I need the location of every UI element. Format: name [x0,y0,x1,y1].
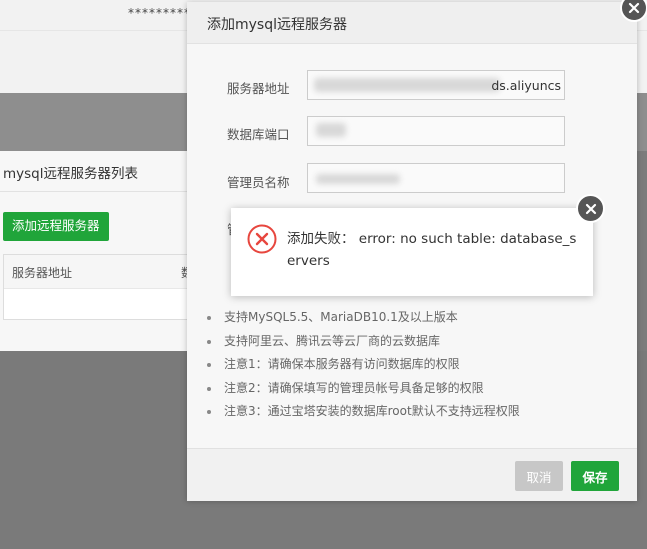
dialog-title: 添加mysql远程服务器 [207,17,347,33]
table-body [4,289,201,319]
list-item: 注意2：请确保填写的管理员帐号具备足够的权限 [207,377,520,401]
error-message-dialog: 添加失败： error: no such table: database_ser… [231,194,605,296]
port-input[interactable] [307,116,565,146]
list-item: 注意1：请确保本服务器有访问数据库的权限 [207,353,520,377]
add-remote-server-button[interactable]: 添加远程服务器 [3,212,109,241]
port-label: 数据库端口 [227,127,290,142]
table-header: 服务器地址 数 [4,255,201,289]
list-item: 支持MySQL5.5、MariaDB10.1及以上版本 [207,306,520,330]
dialog-header: 添加mysql远程服务器 [187,2,637,44]
admin-name-input[interactable] [307,163,565,193]
divider [0,191,200,192]
server-address-input[interactable]: ds.aliyuncs [307,70,565,100]
server-address-label: 服务器地址 [227,81,290,96]
redacted-text [316,174,400,184]
dialog-footer: 取消 保存 [187,448,637,501]
server-table: 服务器地址 数 [3,254,202,320]
server-list-title: mysql远程服务器列表 [3,166,138,182]
error-message-text: 添加失败： error: no such table: database_ser… [287,231,577,269]
redacted-text [316,123,346,137]
notes-list: 支持MySQL5.5、MariaDB10.1及以上版本 支持阿里云、腾讯云等云厂… [207,306,520,424]
column-header-server-address: 服务器地址 [12,266,73,280]
error-circle-icon [247,224,277,254]
admin-name-label: 管理员名称 [227,175,290,190]
close-icon [628,2,640,14]
server-list-panel: mysql远程服务器列表 添加远程服务器 服务器地址 数 [0,151,202,351]
list-item: 支持阿里云、腾讯云等云厂商的云数据库 [207,330,520,354]
close-icon [585,203,596,214]
cancel-button[interactable]: 取消 [515,461,563,491]
list-item: 注意3：通过宝塔安装的数据库root默认不支持远程权限 [207,400,520,424]
redacted-text [314,78,500,92]
server-address-value: ds.aliyuncs [491,78,561,93]
message-close-button[interactable] [576,194,605,223]
dialog-close-button[interactable] [620,0,647,22]
save-button[interactable]: 保存 [571,461,619,491]
